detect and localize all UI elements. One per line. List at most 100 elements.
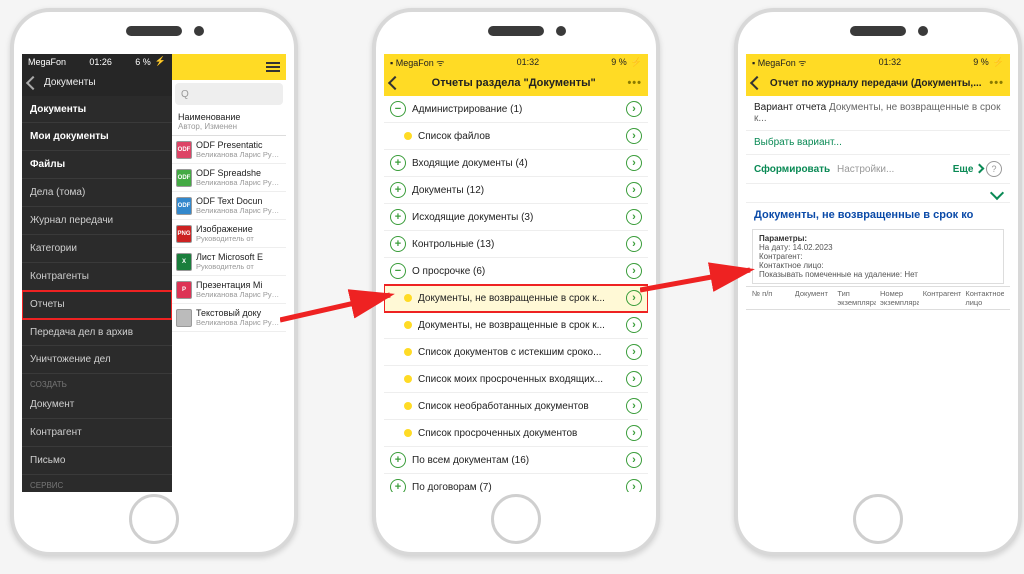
expand-icon: + [390,209,406,225]
file-row[interactable]: ODFODF SpreadsheВеликанова Ларис Руковод… [172,164,286,192]
tree-row[interactable]: −Администрирование (1) › [384,96,648,123]
tree-row[interactable]: +По договорам (7)› [384,474,648,492]
col-name: Наименование [178,112,280,122]
variant-row: Вариант отчета Документы, не возвращенны… [746,96,1010,131]
search-input[interactable]: Q [175,83,283,105]
tree-row[interactable]: −О просрочке (6)› [384,258,648,285]
choose-variant-link[interactable]: Выбрать вариант... [746,131,1010,155]
file-meta: Великанова Ларис Руководитель от [196,290,282,299]
tree-row[interactable]: Список необработанных документов› [384,393,648,420]
nav-item[interactable]: Контрагент [22,419,172,447]
sidebar-header[interactable]: Документы [22,70,172,96]
collapse-toggle[interactable] [746,184,1010,203]
more-link[interactable]: Еще [953,164,983,175]
home-button[interactable] [853,494,903,544]
nav-item[interactable]: Журнал передачи [22,207,172,235]
nav-item[interactable]: Дела (тома) [22,179,172,207]
home-button[interactable] [129,494,179,544]
tree-row[interactable]: Список моих просроченных входящих...› [384,366,648,393]
tree-label: Список моих просроченных входящих... [418,374,620,385]
nav-item[interactable]: Категории [22,235,172,263]
bullet-icon [404,429,412,437]
back-icon [26,76,40,90]
tree-row[interactable]: Документы, не возвращенные в срок к...› [384,312,648,339]
tree-row[interactable]: +По всем документам (16)› [384,447,648,474]
page-title: Отчет по журналу передачи (Документы,... [770,78,982,89]
bullet-icon [404,402,412,410]
file-meta: Руководитель от [196,262,282,271]
expand-icon: + [390,236,406,252]
nav-item[interactable]: Передача дел в архив [22,319,172,347]
status-right: 6 % ⚡ [135,56,166,67]
tree-row[interactable]: Документы, не возвращенные в срок к...› [384,285,648,312]
nav-item[interactable]: Документ [22,391,172,419]
nav-item[interactable]: Файлы [22,151,172,179]
nav-item-reports[interactable]: Отчеты [22,291,172,319]
status-bar: ▪ MegaFon ᯤ 01:32 9 %⚡ [746,54,1010,70]
file-type-icon: ODF [176,141,192,159]
tree-label: Входящие документы (4) [412,158,620,169]
tree-row[interactable]: +Исходящие документы (3)› [384,204,648,231]
settings-link[interactable]: Настройки... [837,164,894,175]
page-header: Отчеты раздела "Документы" ••• [384,70,648,96]
tree-row[interactable]: + Входящие документы (4) › [384,150,648,177]
tree-row[interactable]: +Документы (12)› [384,177,648,204]
nav-item[interactable]: Мои документы [22,123,172,151]
battery-icon: ⚡ [155,56,166,67]
open-icon: › [626,344,642,360]
home-button[interactable] [491,494,541,544]
tree-row[interactable]: Список документов с истекшим сроко...› [384,339,648,366]
battery-pct: 6 % [135,57,151,67]
generate-button[interactable]: Сформировать [754,164,830,175]
report-tree: −Администрирование (1)›Список файлов›+Вх… [384,96,648,492]
file-name: ODF Text Docun [196,196,282,206]
file-list: ODFODF PresentatiсВеликанова Ларис Руков… [172,136,286,332]
open-icon: › [626,209,642,225]
tree-label: Документы, не возвращенные в срок к... [418,320,620,331]
collapse-icon: − [390,101,406,117]
nav-section: СЕРВИС [22,475,172,492]
phone-2: ▪ MegaFon ᯤ 01:32 9 %⚡ Отчеты раздела "Д… [372,8,660,556]
expand-icon: + [390,182,406,198]
nav-item[interactable]: Письмо [22,447,172,475]
more-icon[interactable]: ••• [627,77,642,89]
tree-label: Администрирование (1) [412,104,620,115]
back-icon[interactable] [750,76,764,90]
clock: 01:32 [517,57,540,67]
file-type-icon: PNG [176,225,192,243]
tree-label: Список файлов [418,131,620,142]
tree-label: Список необработанных документов [418,401,620,412]
hamburger-icon[interactable] [266,60,280,74]
open-icon: › [626,101,642,117]
file-row[interactable]: PNGИзображениеРуководитель от [172,220,286,248]
file-row[interactable]: ODFODF PresentatiсВеликанова Ларис Руков… [172,136,286,164]
file-row[interactable]: XЛист Microsoft EРуководитель от [172,248,286,276]
back-icon[interactable] [388,76,402,90]
more-icon[interactable]: ••• [989,77,1004,89]
file-row[interactable]: Текстовый докуВеликанова Ларис Руководит… [172,304,286,332]
nav-item[interactable]: Документы [22,96,172,124]
bullet-icon [404,321,412,329]
expand-icon: + [390,155,406,171]
nav-item[interactable]: Контрагенты [22,263,172,291]
help-icon[interactable]: ? [986,161,1002,177]
sidebar-title: Документы [44,77,96,88]
bullet-icon [404,348,412,356]
tree-label: О просрочке (6) [412,266,620,277]
tree-row[interactable]: +Контрольные (13)› [384,231,648,258]
tree-row[interactable]: Список файлов› [384,123,648,150]
col-sub: Автор, Изменен [178,122,280,131]
column-header: Наименование Автор, Изменен [172,108,286,136]
open-icon: › [626,290,642,306]
open-icon: › [626,452,642,468]
nav-item[interactable]: Уничтожение дел [22,346,172,374]
file-meta: Великанова Ларис Руководитель от [196,178,282,187]
camera-dot [194,26,204,36]
file-row[interactable]: PПрезентация MiВеликанова Ларис Руководи… [172,276,286,304]
file-name: Изображение [196,224,282,234]
open-icon: › [626,155,642,171]
file-row[interactable]: ODFODF Text DocunВеликанова Ларис Руково… [172,192,286,220]
tree-row[interactable]: Список просроченных документов› [384,420,648,447]
tree-label: По всем документам (16) [412,455,620,466]
bullet-icon [404,132,412,140]
